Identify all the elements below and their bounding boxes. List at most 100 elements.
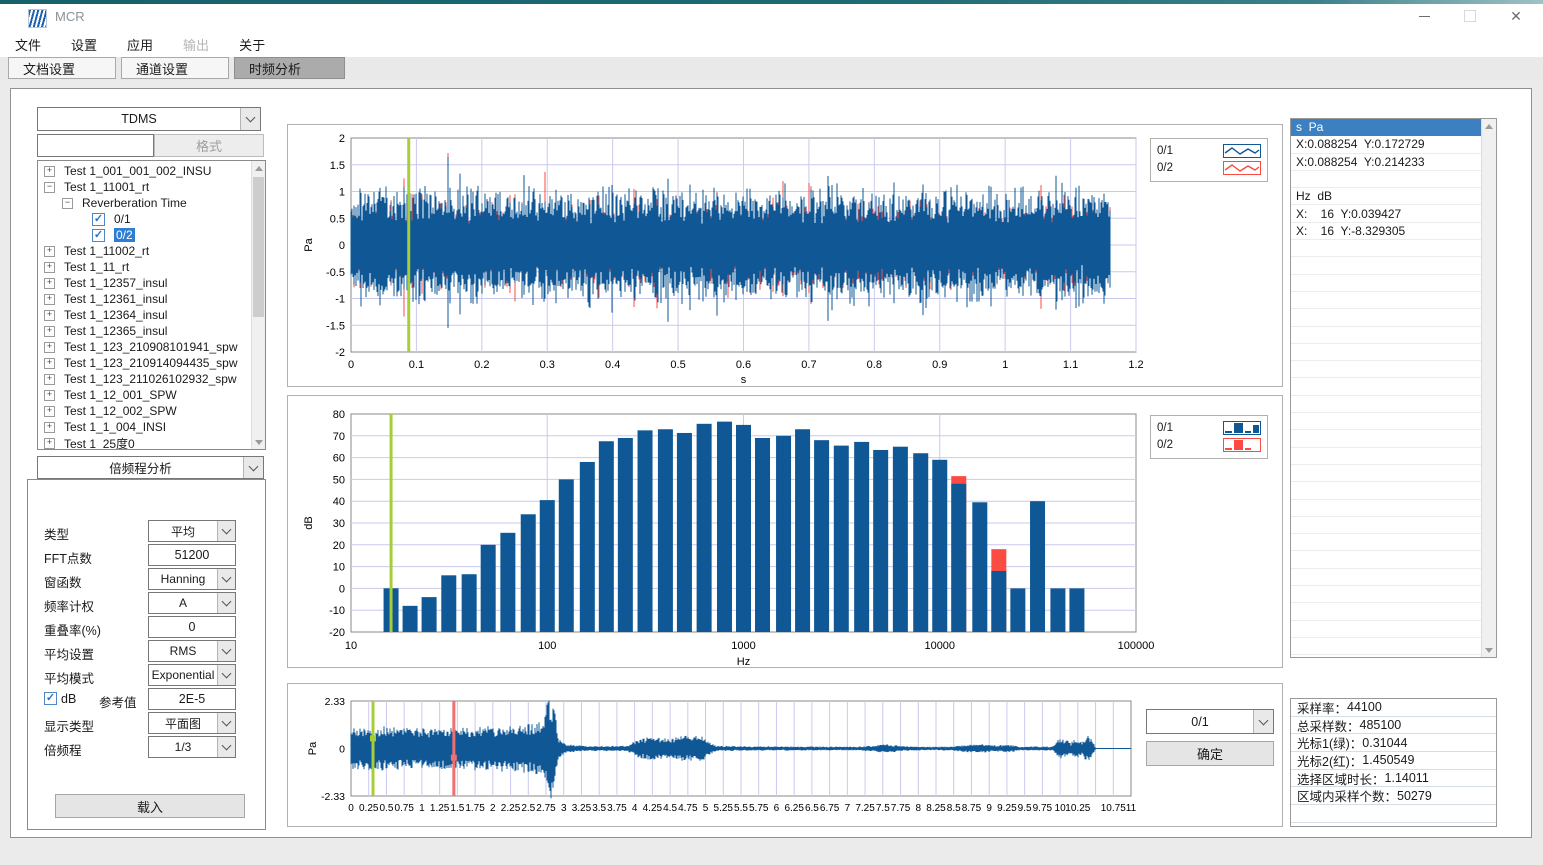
- tree-item[interactable]: − Reverberation Time: [38, 195, 251, 211]
- form-input[interactable]: 2E-5: [148, 688, 236, 710]
- spectrum-plot[interactable]: -20-100102030405060708010100100010000100…: [288, 396, 1282, 667]
- minimize-icon[interactable]: [1401, 0, 1447, 32]
- tree-expander-icon[interactable]: +: [44, 278, 55, 289]
- legend-row[interactable]: 0/1: [1157, 142, 1261, 159]
- analysis-type-combobox[interactable]: 倍频程分析: [37, 456, 264, 479]
- chevron-down-icon[interactable]: [217, 737, 235, 757]
- form-combobox[interactable]: 平均: [148, 520, 236, 542]
- scroll-up-icon[interactable]: [1482, 119, 1496, 133]
- menu-item-0[interactable]: 文件: [0, 35, 56, 54]
- form-combobox[interactable]: A: [148, 592, 236, 614]
- menu-item-1[interactable]: 设置: [56, 35, 112, 54]
- readout-row[interactable]: [1291, 171, 1482, 188]
- legend-row[interactable]: 0/1: [1157, 419, 1261, 436]
- tree-expander-icon[interactable]: +: [44, 390, 55, 401]
- readout-row[interactable]: [1291, 517, 1482, 534]
- readout-row[interactable]: [1291, 344, 1482, 361]
- tab-2[interactable]: 时频分析: [234, 57, 345, 79]
- confirm-button[interactable]: 确定: [1146, 741, 1274, 766]
- db-checkbox[interactable]: ✓: [44, 692, 57, 705]
- tree-expander-icon[interactable]: −: [44, 182, 55, 193]
- menu-item-3[interactable]: 输出: [168, 35, 224, 54]
- tree-expander-icon[interactable]: +: [44, 166, 55, 177]
- readout-row[interactable]: [1291, 551, 1482, 568]
- tree-item[interactable]: + Test 1_12_002_SPW: [38, 403, 251, 419]
- readout-row[interactable]: [1291, 448, 1482, 465]
- chevron-down-icon[interactable]: [1253, 710, 1273, 733]
- tree-expander-icon[interactable]: +: [44, 358, 55, 369]
- time-waveform-plot[interactable]: -2-1.5-1-0.500.511.5200.10.20.30.40.50.6…: [288, 125, 1282, 386]
- tree-item[interactable]: + Test 1_001_001_002_INSU: [38, 163, 251, 179]
- tree-item[interactable]: ✓ 0/2: [38, 227, 251, 243]
- scroll-down-icon[interactable]: [1482, 643, 1496, 657]
- readout-row[interactable]: [1291, 257, 1482, 274]
- form-combobox[interactable]: RMS: [148, 640, 236, 662]
- readout-row[interactable]: [1291, 361, 1482, 378]
- form-input[interactable]: 0: [148, 616, 236, 638]
- chevron-down-icon[interactable]: [217, 593, 235, 613]
- scroll-down-icon[interactable]: [252, 435, 265, 449]
- chevron-down-icon[interactable]: [243, 457, 263, 478]
- tree-item[interactable]: ✓ 0/1: [38, 211, 251, 227]
- readout-row[interactable]: [1291, 292, 1482, 309]
- readout-row[interactable]: [1291, 327, 1482, 344]
- tree-item[interactable]: + Test 1_11_rt: [38, 259, 251, 275]
- readout-row[interactable]: [1291, 465, 1482, 482]
- menu-item-4[interactable]: 关于: [224, 35, 280, 54]
- tree-item[interactable]: − Test 1_11001_rt: [38, 179, 251, 195]
- format-search-input[interactable]: [37, 134, 154, 157]
- menu-item-2[interactable]: 应用: [112, 35, 168, 54]
- channel-checkbox[interactable]: ✓: [92, 213, 105, 226]
- chevron-down-icon[interactable]: [217, 569, 235, 589]
- tree-expander-icon[interactable]: +: [44, 422, 55, 433]
- tree-expander-icon[interactable]: +: [44, 310, 55, 321]
- readout-row[interactable]: [1291, 569, 1482, 586]
- tree-item[interactable]: + Test 1_25度0: [38, 435, 251, 450]
- scroll-up-icon[interactable]: [252, 161, 265, 175]
- legend-row[interactable]: 0/2: [1157, 159, 1261, 176]
- readout-row[interactable]: [1291, 309, 1482, 326]
- form-combobox[interactable]: 1/3: [148, 736, 236, 758]
- tree-item[interactable]: + Test 1_1_004_INSI: [38, 419, 251, 435]
- tab-0[interactable]: 文档设置: [8, 57, 116, 79]
- readout-row[interactable]: [1291, 586, 1482, 603]
- tree-item[interactable]: + Test 1_12361_insul: [38, 291, 251, 307]
- readout-row[interactable]: [1291, 275, 1482, 292]
- tree-expander-icon[interactable]: +: [44, 438, 55, 449]
- readout-row[interactable]: [1291, 378, 1482, 395]
- tree-item[interactable]: + Test 1_123_211026102932_spw: [38, 371, 251, 387]
- readout-row[interactable]: [1291, 500, 1482, 517]
- chevron-down-icon[interactable]: [217, 713, 235, 733]
- tree-expander-icon[interactable]: −: [62, 198, 73, 209]
- form-input[interactable]: 51200: [148, 544, 236, 566]
- tree-expander-icon[interactable]: +: [44, 294, 55, 305]
- tree-expander-icon[interactable]: +: [44, 342, 55, 353]
- form-combobox[interactable]: 平面图: [148, 712, 236, 734]
- tree-item[interactable]: + Test 1_123_210914094435_spw: [38, 355, 251, 371]
- tree-expander-icon[interactable]: +: [44, 326, 55, 337]
- form-combobox[interactable]: Exponential: [148, 664, 236, 686]
- readout-row[interactable]: s Pa: [1291, 119, 1482, 136]
- tab-1[interactable]: 通道设置: [121, 57, 229, 79]
- tree-scrollbar[interactable]: [251, 161, 265, 449]
- tree-expander-icon[interactable]: +: [44, 246, 55, 257]
- readout-row[interactable]: [1291, 430, 1482, 447]
- readout-row[interactable]: X:0.088254 Y:0.214233: [1291, 154, 1482, 171]
- readout-row[interactable]: [1291, 240, 1482, 257]
- readout-scrollbar[interactable]: [1481, 119, 1496, 657]
- readout-row[interactable]: [1291, 534, 1482, 551]
- full-record-plot[interactable]: 2.330-2.3300.250.50.7511.251.51.7522.252…: [288, 684, 1282, 826]
- readout-row[interactable]: [1291, 413, 1482, 430]
- tree-expander-icon[interactable]: +: [44, 374, 55, 385]
- tree-item[interactable]: + Test 1_12357_insul: [38, 275, 251, 291]
- readout-row[interactable]: X:0.088254 Y:0.172729: [1291, 136, 1482, 153]
- close-icon[interactable]: ✕: [1493, 0, 1539, 32]
- readout-row[interactable]: [1291, 396, 1482, 413]
- tree-scrollbar-thumb[interactable]: [253, 177, 264, 317]
- chevron-down-icon[interactable]: [217, 521, 235, 541]
- chevron-down-icon[interactable]: [217, 641, 235, 661]
- tree-item[interactable]: + Test 1_11002_rt: [38, 243, 251, 259]
- tree-expander-icon[interactable]: +: [44, 262, 55, 273]
- tree-item[interactable]: + Test 1_12365_insul: [38, 323, 251, 339]
- readout-row[interactable]: [1291, 638, 1482, 655]
